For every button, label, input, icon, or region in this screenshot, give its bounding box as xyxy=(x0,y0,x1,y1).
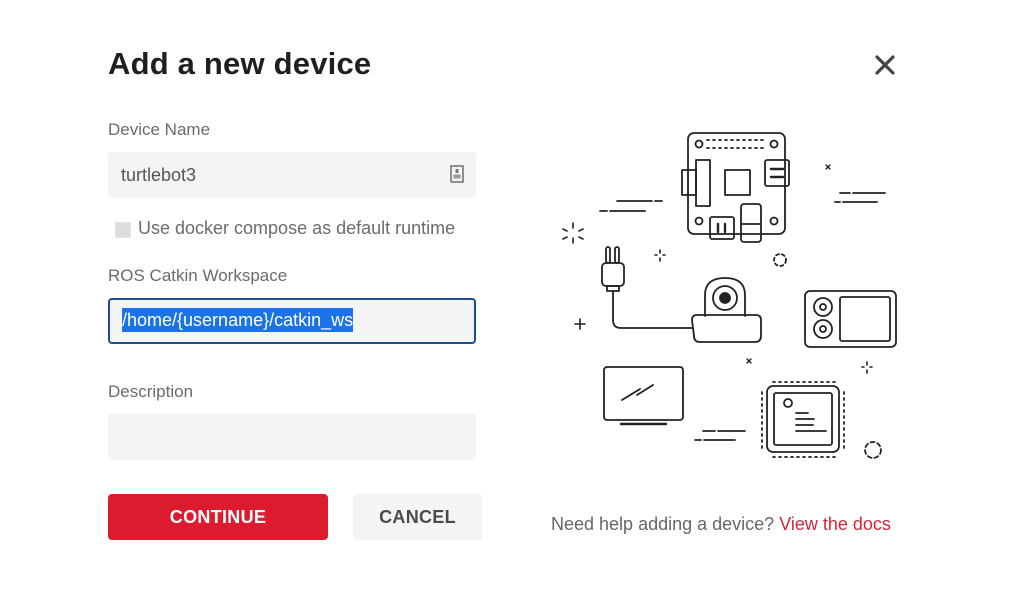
dialog-title: Add a new device xyxy=(108,46,372,81)
docker-compose-checkbox[interactable] xyxy=(115,222,131,238)
workspace-field[interactable]: /home/{username}/catkin_ws xyxy=(108,298,476,344)
workspace-selected-text: /home/{username}/catkin_ws xyxy=(122,308,354,332)
description-input[interactable] xyxy=(108,414,476,460)
help-text: Need help adding a device? View the docs xyxy=(551,514,891,535)
device-name-label: Device Name xyxy=(108,120,211,139)
camera-icon xyxy=(601,246,762,343)
docker-compose-label[interactable]: Use docker compose as default runtime xyxy=(138,218,455,239)
close-button[interactable] xyxy=(870,50,900,80)
description-field[interactable] xyxy=(108,414,476,460)
devices-illustration xyxy=(562,132,897,459)
monitor-icon xyxy=(603,366,684,426)
description-label: Description xyxy=(108,382,194,401)
view-docs-link[interactable]: View the docs xyxy=(779,514,891,534)
handheld-device-icon xyxy=(804,290,897,348)
workspace-input[interactable]: /home/{username}/catkin_ws xyxy=(122,308,354,332)
contact-card-icon[interactable] xyxy=(450,165,464,183)
device-name-input[interactable] xyxy=(108,152,476,198)
cancel-button[interactable]: CANCEL xyxy=(353,494,482,540)
close-icon xyxy=(875,55,895,75)
microchip-icon xyxy=(761,381,845,458)
continue-button[interactable]: CONTINUE xyxy=(108,494,328,540)
help-question: Need help adding a device? xyxy=(551,514,775,534)
workspace-label: ROS Catkin Workspace xyxy=(108,266,288,285)
circuit-board-icon xyxy=(681,132,790,243)
device-name-field[interactable] xyxy=(108,152,476,198)
